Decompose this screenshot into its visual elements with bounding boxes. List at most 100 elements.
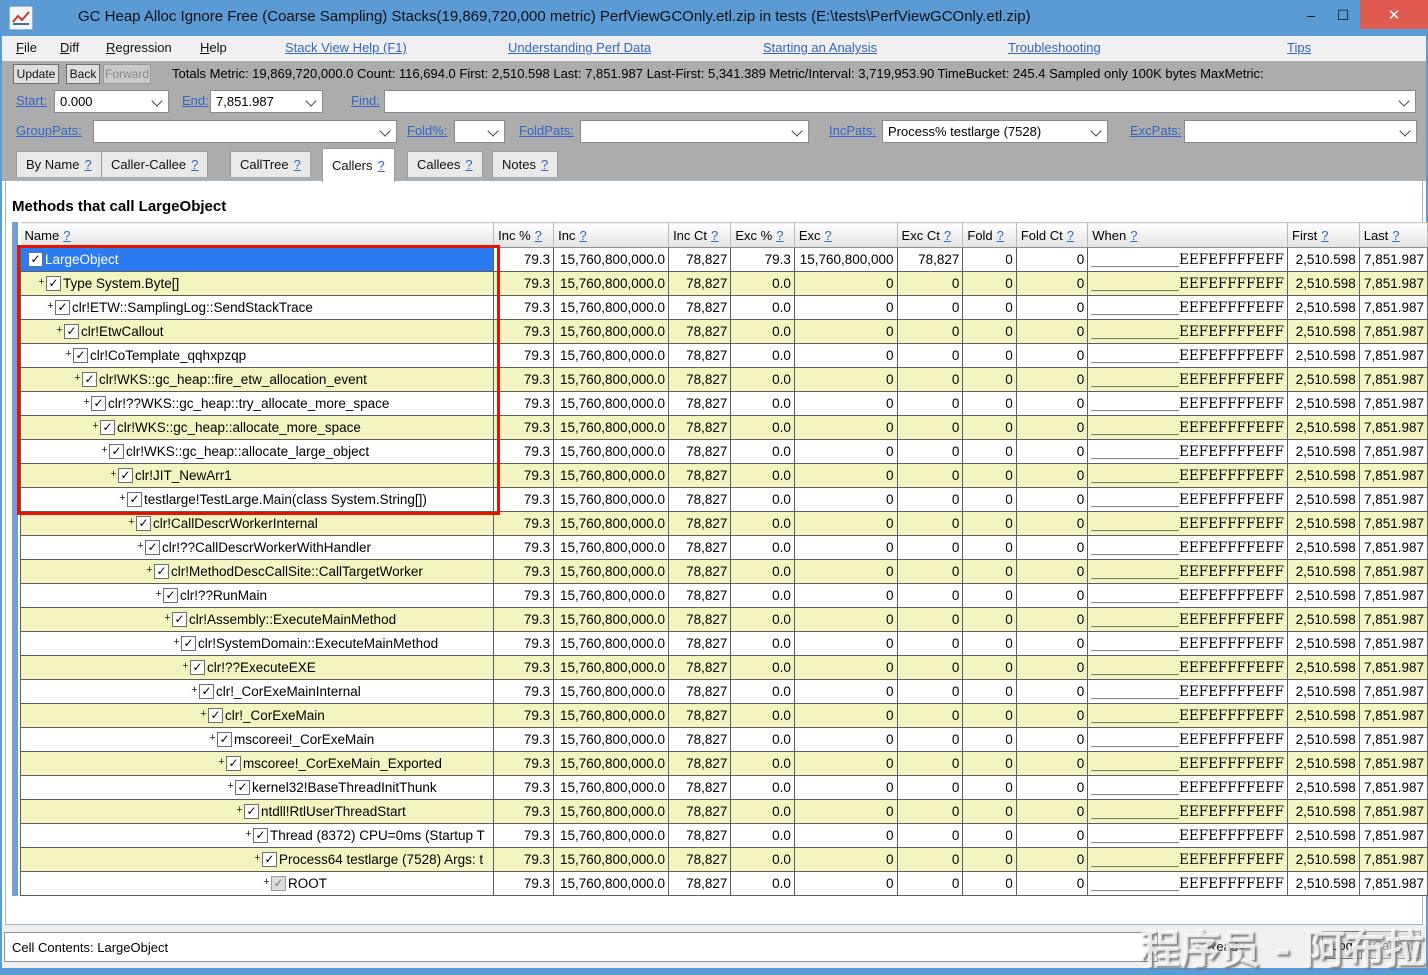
expand-icon[interactable]: +: [163, 612, 172, 624]
table-row[interactable]: +✓clr!SystemDomain::ExecuteMainMethod79.…: [21, 632, 1428, 656]
cell-inc[interactable]: 15,760,800,000.0: [554, 848, 669, 872]
column-help-link[interactable]: ?: [535, 228, 542, 243]
cell-when-histogram[interactable]: _____________EEFEFFFFEFF: [1088, 608, 1288, 632]
cell-fold-ct[interactable]: 0: [1016, 872, 1087, 896]
cell-exc-ct[interactable]: 0: [897, 848, 963, 872]
cell-fold-ct[interactable]: 0: [1016, 800, 1087, 824]
cell-inc-ct[interactable]: 78,827: [669, 392, 731, 416]
cell-inc-pct[interactable]: 79.3: [494, 752, 554, 776]
cell-first[interactable]: 2,510.598: [1288, 584, 1360, 608]
cell-when-histogram[interactable]: _____________EEFEFFFFEFF: [1088, 800, 1288, 824]
expand-icon[interactable]: +: [109, 468, 118, 480]
cell-fold-ct[interactable]: 0: [1016, 752, 1087, 776]
column-header-name[interactable]: Name?: [21, 223, 494, 248]
cell-when-histogram[interactable]: _____________EEFEFFFFEFF: [1088, 680, 1288, 704]
cell-first[interactable]: 2,510.598: [1288, 464, 1360, 488]
menu-item-diff[interactable]: Diff: [60, 40, 79, 55]
cell-fold[interactable]: 0: [963, 608, 1016, 632]
row-checkbox[interactable]: ✓: [73, 348, 88, 363]
cell-fold[interactable]: 0: [963, 272, 1016, 296]
cell-first[interactable]: 2,510.598: [1288, 800, 1360, 824]
cell-exc[interactable]: 0: [794, 416, 897, 440]
cell-inc-pct[interactable]: 79.3: [494, 416, 554, 440]
column-header-exc-ct[interactable]: Exc Ct?: [897, 223, 963, 248]
cell-exc[interactable]: 0: [794, 344, 897, 368]
back-button[interactable]: Back: [66, 64, 100, 84]
cell-last[interactable]: 7,851.987: [1359, 800, 1427, 824]
cell-fold-ct[interactable]: 0: [1016, 560, 1087, 584]
cell-inc[interactable]: 15,760,800,000.0: [554, 752, 669, 776]
column-header-inc-[interactable]: Inc %?: [494, 223, 554, 248]
cell-exc[interactable]: 0: [794, 560, 897, 584]
excpats-input[interactable]: [1184, 120, 1417, 143]
row-checkbox[interactable]: ✓: [28, 252, 43, 267]
table-row[interactable]: +✓mscoree!_CorExeMain_Exported79.315,760…: [21, 752, 1428, 776]
cell-fold[interactable]: 0: [963, 704, 1016, 728]
cell-inc-ct[interactable]: 78,827: [669, 536, 731, 560]
tab-callees[interactable]: Callees?: [407, 151, 483, 177]
cell-exc[interactable]: 0: [794, 752, 897, 776]
tab-callers[interactable]: Callers?: [322, 148, 395, 182]
expand-icon[interactable]: +: [154, 588, 163, 600]
cell-last[interactable]: 7,851.987: [1359, 416, 1427, 440]
cell-fold-ct[interactable]: 0: [1016, 584, 1087, 608]
cell-exc-ct[interactable]: 0: [897, 680, 963, 704]
table-row[interactable]: +✓clr!WKS::gc_heap::allocate_more_space7…: [21, 416, 1428, 440]
row-checkbox[interactable]: ✓: [91, 396, 106, 411]
cell-inc-ct[interactable]: 78,827: [669, 320, 731, 344]
log-button[interactable]: Log: [1322, 931, 1362, 959]
cell-fold[interactable]: 0: [963, 344, 1016, 368]
cell-fold[interactable]: 0: [963, 488, 1016, 512]
row-checkbox[interactable]: ✓: [100, 420, 115, 435]
cell-inc[interactable]: 15,760,800,000.0: [554, 728, 669, 752]
cell-name[interactable]: +✓clr!??WKS::gc_heap::try_allocate_more_…: [21, 392, 494, 416]
table-row[interactable]: +✓ROOT79.315,760,800,000.078,8270.00000_…: [21, 872, 1428, 896]
cell-inc-pct[interactable]: 79.3: [494, 464, 554, 488]
cell-exc-pct[interactable]: 0.0: [731, 416, 794, 440]
row-checkbox[interactable]: ✓: [190, 660, 205, 675]
cell-fold-ct[interactable]: 0: [1016, 776, 1087, 800]
cell-fold-ct[interactable]: 0: [1016, 632, 1087, 656]
cell-last[interactable]: 7,851.987: [1359, 776, 1427, 800]
cell-inc-ct[interactable]: 78,827: [669, 272, 731, 296]
menu-item-help[interactable]: Help: [200, 40, 227, 55]
cell-name[interactable]: +✓clr!EtwCallout: [21, 320, 494, 344]
cell-inc-pct[interactable]: 79.3: [494, 848, 554, 872]
cell-fold[interactable]: 0: [963, 248, 1016, 272]
table-row[interactable]: +✓testlarge!TestLarge.Main(class System.…: [21, 488, 1428, 512]
cell-last[interactable]: 7,851.987: [1359, 824, 1427, 848]
cell-inc[interactable]: 15,760,800,000.0: [554, 824, 669, 848]
cell-last[interactable]: 7,851.987: [1359, 632, 1427, 656]
cell-fold-ct[interactable]: 0: [1016, 536, 1087, 560]
cell-fold-ct[interactable]: 0: [1016, 464, 1087, 488]
cell-inc-ct[interactable]: 78,827: [669, 512, 731, 536]
cell-inc-ct[interactable]: 78,827: [669, 632, 731, 656]
row-checkbox[interactable]: ✓: [136, 516, 151, 531]
cell-inc[interactable]: 15,760,800,000.0: [554, 440, 669, 464]
cell-exc-pct[interactable]: 0.0: [731, 752, 794, 776]
cell-last[interactable]: 7,851.987: [1359, 368, 1427, 392]
cell-inc-ct[interactable]: 78,827: [669, 584, 731, 608]
table-row[interactable]: +✓ntdll!RtlUserThreadStart79.315,760,800…: [21, 800, 1428, 824]
cell-exc[interactable]: 0: [794, 776, 897, 800]
expand-icon[interactable]: +: [253, 852, 262, 864]
table-row[interactable]: +✓clr!JIT_NewArr179.315,760,800,000.078,…: [21, 464, 1428, 488]
cell-fold[interactable]: 0: [963, 752, 1016, 776]
cell-when-histogram[interactable]: _____________EEFEFFFFEFF: [1088, 416, 1288, 440]
cell-first[interactable]: 2,510.598: [1288, 512, 1360, 536]
cell-exc[interactable]: 0: [794, 824, 897, 848]
cell-inc-ct[interactable]: 78,827: [669, 728, 731, 752]
column-help-link[interactable]: ?: [1321, 228, 1328, 243]
cell-exc-ct[interactable]: 0: [897, 584, 963, 608]
cell-last[interactable]: 7,851.987: [1359, 608, 1427, 632]
cell-exc-pct[interactable]: 0.0: [731, 272, 794, 296]
cell-when-histogram[interactable]: _____________EEFEFFFFEFF: [1088, 872, 1288, 896]
cell-fold[interactable]: 0: [963, 824, 1016, 848]
menu-help-link[interactable]: Stack View Help (F1): [285, 40, 407, 55]
row-checkbox[interactable]: ✓: [253, 828, 268, 843]
cell-name[interactable]: +✓clr!??CallDescrWorkerWithHandler: [21, 536, 494, 560]
find-input[interactable]: [384, 90, 1416, 113]
menu-item-regression[interactable]: Regression: [106, 40, 172, 55]
cell-exc[interactable]: 0: [794, 704, 897, 728]
cell-exc-ct[interactable]: 0: [897, 704, 963, 728]
